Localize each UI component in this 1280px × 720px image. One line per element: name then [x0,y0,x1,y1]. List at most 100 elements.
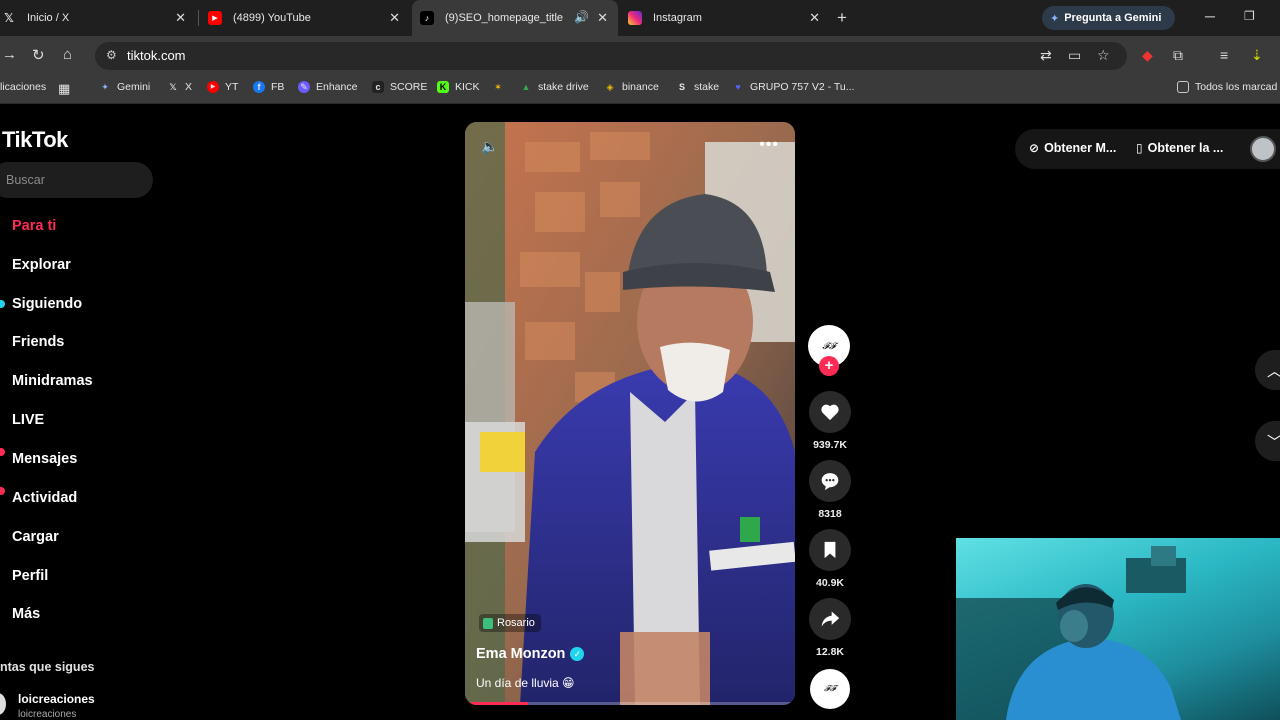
new-tab-icon[interactable]: + [837,8,847,28]
comment-button[interactable] [809,460,851,502]
bookmark-item[interactable]: ✶ [492,81,510,93]
close-icon[interactable]: ✕ [597,10,608,26]
nav-more[interactable]: Más [12,606,40,622]
video-author[interactable]: Ema Monzon ✓ [476,646,585,662]
speaker-icon[interactable]: 🔊 [574,10,589,24]
bookmark-item[interactable]: ◈ binance [604,81,659,93]
close-icon[interactable]: ✕ [809,10,820,26]
nav-friends[interactable]: Friends [12,334,64,350]
comment-icon [821,473,839,491]
discord-icon: ♥ [735,82,741,92]
bookmark-item[interactable]: ▲ stake drive [520,81,589,93]
minimize-icon[interactable]: ─ [1205,8,1215,24]
webcam-overlay [956,538,1280,720]
restore-icon[interactable]: ❐ [1244,9,1255,23]
facebook-icon: f [253,81,265,93]
tab-instagram[interactable]: Instagram ✕ [620,0,830,36]
activity-badge [0,487,5,495]
chevron-up-icon: ︿ [1267,360,1280,381]
following-account-name[interactable]: loicreaciones [18,692,95,706]
bookmark-item[interactable]: licaciones [0,81,46,93]
more-options-icon[interactable]: ••• [759,136,779,154]
bookmark-item[interactable]: Sstake [676,81,719,93]
bookmark-icon [824,541,836,559]
bookmark-item[interactable]: ♥ GRUPO 757 V2 - Tu... [732,81,854,93]
nav-for-you[interactable]: Para ti [12,218,56,234]
apps-grid-icon[interactable]: ▦ [58,81,70,97]
bookmark-item[interactable]: 𝕏X [167,81,192,93]
url-text: tiktok.com [127,48,186,63]
chevron-down-icon: ﹀ [1267,431,1280,452]
bookmark-item[interactable]: ✦ Gemini [99,81,150,93]
like-button[interactable] [809,391,851,433]
tab-youtube[interactable]: ▶ (4899) YouTube ✕ [200,0,410,36]
nav-messages[interactable]: Mensajes [12,451,77,467]
all-bookmarks[interactable]: Todos los marcad [1177,81,1277,93]
home-icon[interactable]: ⌂ [63,46,72,63]
folder-icon [1177,81,1189,93]
instagram-icon [628,11,642,25]
bookmark-item[interactable]: f FB [253,81,284,93]
binance-icon: ◈ [606,82,614,92]
tiktok-logo[interactable]: TikTok [2,127,68,153]
puzzle-icon[interactable]: ⧉ [1173,47,1183,64]
search-input[interactable]: Buscar [0,162,153,198]
following-dot [0,300,5,308]
tab-title: (4899) YouTube [233,12,311,24]
previous-video-button[interactable]: ︿ [1255,350,1280,390]
gemini-button[interactable]: ✦ Pregunta a Gemini [1042,6,1175,30]
phone-icon: ▯ [1136,141,1143,155]
media-icon[interactable]: ≡ [1220,47,1228,63]
volume-icon[interactable]: 🔈 [481,138,498,155]
close-icon[interactable]: ✕ [389,10,400,26]
tab-x[interactable]: 𝕏 Inicio / X ✕ [0,0,196,36]
compass-icon: ⊘ [1029,141,1040,155]
video-player[interactable]: 🔈 ••• Rosario Ema Monzon ✓ Un día de llu… [465,122,795,705]
download-icon[interactable]: ⇣ [1251,47,1263,64]
nav-live[interactable]: LIVE [12,412,44,428]
pinwheel-icon: ✶ [494,82,502,92]
video-caption: Un día de lluvia 😁 [476,676,575,690]
kick-icon: K [437,81,449,93]
share-button[interactable] [809,598,851,640]
bookmark-item[interactable]: K KICK [437,81,480,93]
address-bar-row: → ↻ ⌂ ⚙ tiktok.com ⇄ ▭ ☆ ◆ ⧉ ≡ ⇣ [0,36,1280,76]
gemini-button-label: Pregunta a Gemini [1064,12,1162,24]
tab-title: (9)SEO_homepage_title [445,12,564,24]
heart-icon [821,404,839,421]
save-button[interactable] [809,529,851,571]
reload-icon[interactable]: ↻ [32,46,45,64]
tab-tiktok[interactable]: ♪ (9)SEO_homepage_title 🔊 ✕ [412,0,618,36]
location-badge[interactable]: Rosario [479,614,541,632]
nav-minidramas[interactable]: Minidramas [12,373,93,389]
tiktok-icon: ♪ [420,11,434,25]
follow-plus-icon[interactable]: + [819,356,839,376]
get-coins-button[interactable]: ⊘ Obtener M... [1029,141,1116,155]
forward-icon[interactable]: → [2,46,17,63]
nav-activity[interactable]: Actividad [12,490,77,506]
cast-icon[interactable]: ▭ [1068,47,1081,64]
nav-profile[interactable]: Perfil [12,568,48,584]
extension-icon[interactable]: ◆ [1142,47,1153,64]
nav-upload[interactable]: Cargar [12,529,59,545]
nav-explore[interactable]: Explorar [12,257,71,273]
following-accounts-title: ntas que sigues [0,660,95,674]
bookmark-item[interactable]: ✎ Enhance [298,81,357,93]
bookmark-item[interactable]: c SCORE [372,81,427,93]
site-info-icon[interactable]: ⚙ [106,48,117,62]
video-progress-bar[interactable] [465,702,795,705]
next-video-button[interactable]: ﹀ [1255,421,1280,461]
avatar[interactable] [1250,136,1276,162]
nav-following[interactable]: Siguiendo [12,296,82,312]
bookmark-item[interactable]: ▶ YT [207,81,238,93]
avatar[interactable] [0,693,6,715]
music-disc[interactable]: 𝓕𝓕 [810,669,850,709]
translate-icon[interactable]: ⇄ [1040,47,1052,64]
close-icon[interactable]: ✕ [175,10,186,26]
get-app-label: Obtener la ... [1147,141,1224,155]
youtube-icon: ▶ [208,11,222,25]
get-coins-label: Obtener M... [1044,141,1117,155]
url-field[interactable]: ⚙ tiktok.com [95,42,1127,70]
get-app-button[interactable]: ▯ Obtener la ... [1136,141,1223,155]
star-icon[interactable]: ☆ [1097,47,1110,64]
